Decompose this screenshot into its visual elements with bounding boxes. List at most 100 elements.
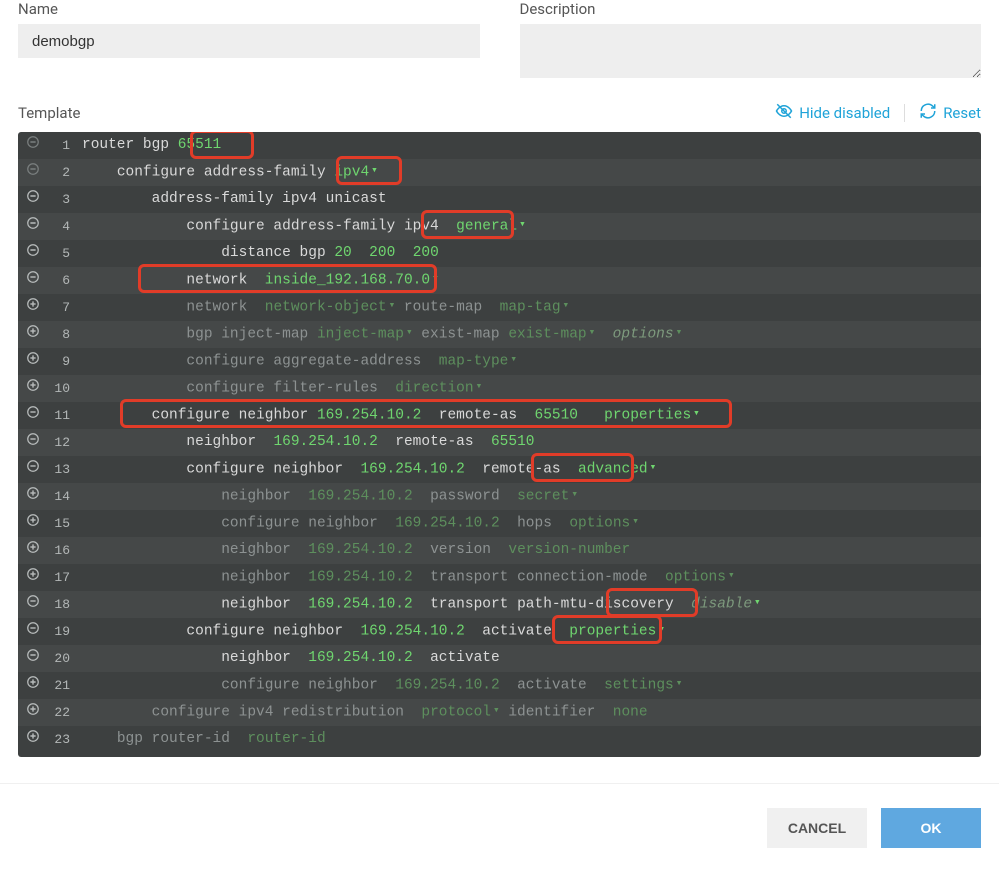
code-line[interactable]: 15 configure neighbor 169.254.10.2 hops … bbox=[18, 510, 981, 537]
expand-icon[interactable] bbox=[18, 375, 48, 402]
token: secret bbox=[517, 489, 569, 505]
code-line[interactable]: 2 configure address-family ipv4▾ bbox=[18, 159, 981, 186]
collapse-icon[interactable] bbox=[18, 240, 48, 267]
code-content: router bgp 65511 bbox=[82, 132, 981, 159]
expand-icon[interactable] bbox=[18, 726, 48, 753]
chevron-down-icon[interactable]: ▾ bbox=[563, 300, 570, 312]
code-line[interactable]: 4 configure address-family ipv4 general▾ bbox=[18, 213, 981, 240]
code-line[interactable]: 19 configure neighbor 169.254.10.2 activ… bbox=[18, 618, 981, 645]
expand-icon[interactable] bbox=[18, 348, 48, 375]
token: 200 bbox=[369, 245, 413, 261]
ok-button[interactable]: OK bbox=[881, 808, 981, 848]
chevron-down-icon[interactable]: ▾ bbox=[371, 165, 378, 177]
token: 169.254.10.2 bbox=[360, 624, 464, 640]
token: neighbor bbox=[221, 489, 308, 505]
code-line[interactable]: 9 configure aggregate-address map-type▾ bbox=[18, 348, 981, 375]
expand-icon[interactable] bbox=[18, 537, 48, 564]
token: route-map bbox=[395, 300, 499, 316]
chevron-down-icon[interactable]: ▾ bbox=[650, 462, 657, 474]
expand-icon[interactable] bbox=[18, 321, 48, 348]
collapse-icon[interactable] bbox=[18, 429, 48, 456]
code-line[interactable]: 3 address-family ipv4 unicast bbox=[18, 186, 981, 213]
template-editor[interactable]: 1router bgp 655112 configure address-fam… bbox=[18, 132, 981, 757]
collapse-icon[interactable] bbox=[18, 402, 48, 429]
expand-icon[interactable] bbox=[18, 510, 48, 537]
chevron-down-icon[interactable]: ▾ bbox=[658, 624, 665, 636]
collapse-icon[interactable] bbox=[18, 186, 48, 213]
expand-icon[interactable] bbox=[18, 564, 48, 591]
collapse-icon[interactable] bbox=[18, 456, 48, 483]
chevron-down-icon[interactable]: ▾ bbox=[754, 597, 761, 609]
token: 65510 bbox=[491, 434, 535, 450]
token: configure ipv4 redistribution bbox=[152, 705, 422, 721]
chevron-down-icon[interactable]: ▾ bbox=[728, 570, 735, 582]
collapse-icon[interactable] bbox=[18, 159, 48, 186]
code-line[interactable]: 20 neighbor 169.254.10.2 activate bbox=[18, 645, 981, 672]
line-number: 22 bbox=[48, 699, 82, 726]
collapse-icon[interactable] bbox=[18, 591, 48, 618]
collapse-icon[interactable] bbox=[18, 213, 48, 240]
token: neighbor bbox=[221, 650, 308, 666]
expand-icon[interactable] bbox=[18, 672, 48, 699]
expand-icon[interactable] bbox=[18, 699, 48, 726]
chevron-down-icon[interactable]: ▾ bbox=[693, 408, 700, 420]
token: activate bbox=[465, 624, 569, 640]
expand-icon[interactable] bbox=[18, 483, 48, 510]
chevron-down-icon[interactable]: ▾ bbox=[476, 381, 483, 393]
line-number: 6 bbox=[48, 267, 82, 294]
line-number: 14 bbox=[48, 483, 82, 510]
code-content: configure filter-rules direction▾ bbox=[82, 374, 981, 402]
code-line[interactable]: 16 neighbor 169.254.10.2 version version… bbox=[18, 537, 981, 564]
reset-link[interactable]: Reset bbox=[919, 102, 981, 124]
collapse-icon[interactable] bbox=[18, 645, 48, 672]
collapse-icon[interactable] bbox=[18, 618, 48, 645]
code-line[interactable]: 10 configure filter-rules direction▾ bbox=[18, 375, 981, 402]
code-line[interactable]: 17 neighbor 169.254.10.2 transport conne… bbox=[18, 564, 981, 591]
line-number: 20 bbox=[48, 645, 82, 672]
chevron-down-icon[interactable]: ▾ bbox=[493, 705, 500, 717]
code-line[interactable]: 6 network inside_192.168.70.0▾ bbox=[18, 267, 981, 294]
chevron-down-icon[interactable]: ▾ bbox=[676, 678, 683, 690]
line-number: 15 bbox=[48, 510, 82, 537]
token: neighbor bbox=[221, 570, 308, 586]
code-line[interactable]: 13 configure neighbor 169.254.10.2 remot… bbox=[18, 456, 981, 483]
token: settings bbox=[604, 678, 674, 694]
chevron-down-icon[interactable]: ▾ bbox=[571, 489, 578, 501]
token: configure neighbor bbox=[186, 462, 360, 478]
code-line[interactable]: 8 bgp inject-map inject-map▾ exist-map e… bbox=[18, 321, 981, 348]
line-number: 16 bbox=[48, 537, 82, 564]
code-line[interactable]: 21 configure neighbor 169.254.10.2 activ… bbox=[18, 672, 981, 699]
token: advanced bbox=[578, 462, 648, 478]
chevron-down-icon[interactable]: ▾ bbox=[432, 273, 439, 285]
line-number: 10 bbox=[48, 375, 82, 402]
collapse-icon[interactable] bbox=[18, 132, 48, 159]
description-input[interactable] bbox=[520, 24, 982, 78]
code-line[interactable]: 7 network network-object▾ route-map map-… bbox=[18, 294, 981, 321]
line-number: 8 bbox=[48, 321, 82, 348]
cancel-button[interactable]: CANCEL bbox=[767, 808, 867, 848]
code-line[interactable]: 22 configure ipv4 redistribution protoco… bbox=[18, 699, 981, 726]
code-line[interactable]: 14 neighbor 169.254.10.2 password secret… bbox=[18, 483, 981, 510]
expand-icon[interactable] bbox=[18, 294, 48, 321]
token: configure neighbor bbox=[152, 408, 317, 424]
code-line[interactable]: 18 neighbor 169.254.10.2 transport path-… bbox=[18, 591, 981, 618]
chevron-down-icon[interactable]: ▾ bbox=[676, 327, 683, 339]
hide-disabled-link[interactable]: Hide disabled bbox=[775, 102, 890, 124]
chevron-down-icon[interactable]: ▾ bbox=[510, 354, 517, 366]
code-line[interactable]: 11 configure neighbor 169.254.10.2 remot… bbox=[18, 402, 981, 429]
code-line[interactable]: 23 bgp router-id router-id bbox=[18, 726, 981, 753]
chevron-down-icon[interactable]: ▾ bbox=[519, 219, 526, 231]
code-content: neighbor 169.254.10.2 version version-nu… bbox=[82, 537, 981, 564]
token: 200 bbox=[413, 245, 439, 261]
chevron-down-icon[interactable]: ▾ bbox=[632, 516, 639, 528]
name-input[interactable] bbox=[18, 24, 480, 58]
code-line[interactable]: 12 neighbor 169.254.10.2 remote-as 65510 bbox=[18, 429, 981, 456]
chevron-down-icon[interactable]: ▾ bbox=[406, 327, 413, 339]
line-number: 5 bbox=[48, 240, 82, 267]
collapse-icon[interactable] bbox=[18, 267, 48, 294]
code-line[interactable]: 5 distance bgp 20 200 200 bbox=[18, 240, 981, 267]
token: activate bbox=[413, 650, 500, 666]
code-line[interactable]: 1router bgp 65511 bbox=[18, 132, 981, 159]
code-content: bgp inject-map inject-map▾ exist-map exi… bbox=[82, 320, 981, 348]
token: exist-map bbox=[508, 327, 586, 343]
